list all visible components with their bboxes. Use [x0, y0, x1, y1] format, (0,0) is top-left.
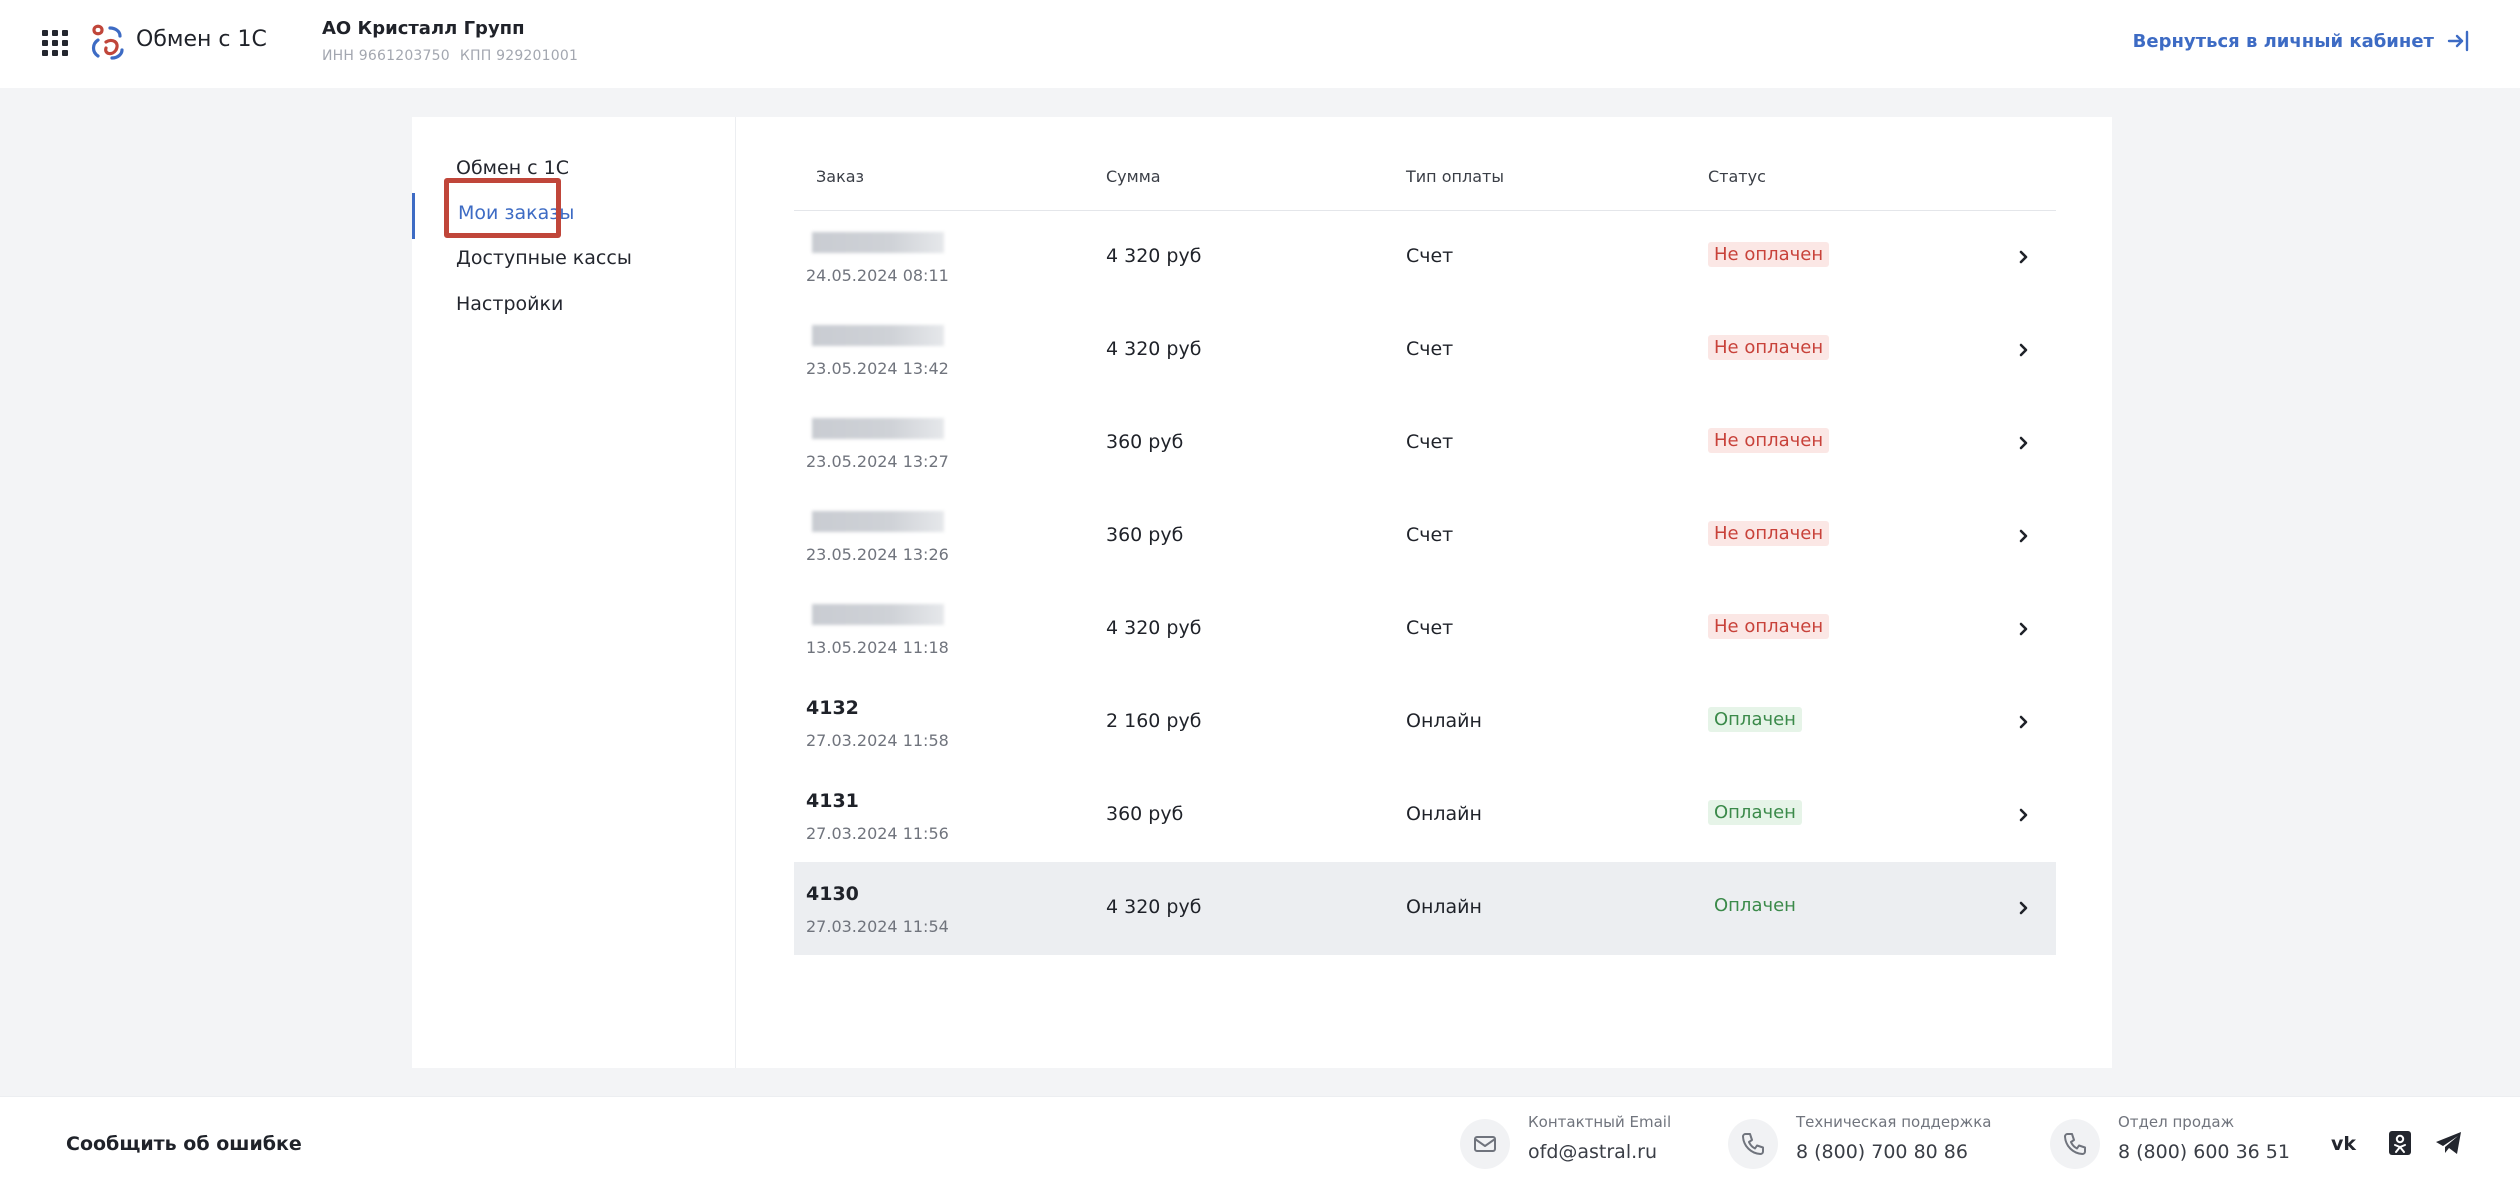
telegram-icon[interactable] — [2434, 1131, 2464, 1155]
chevron-right-icon[interactable] — [2016, 619, 2032, 639]
order-sum: 4 320 руб — [1106, 245, 1202, 267]
contact-sales-value: 8 (800) 600 36 51 — [2118, 1141, 2290, 1163]
order-date: 27.03.2024 11:58 — [806, 731, 949, 750]
order-date: 24.05.2024 08:11 — [806, 266, 949, 285]
order-number: 4132 — [806, 697, 859, 719]
table-row[interactable]: 13.05.2024 11:18 4 320 руб Счет Не оплачен — [794, 583, 2056, 676]
table-row[interactable]: 23.05.2024 13:27 360 руб Счет Не оплачен — [794, 397, 2056, 490]
chevron-right-icon[interactable] — [2016, 433, 2032, 453]
order-number: 4131 — [806, 790, 859, 812]
status-badge: Не оплачен — [1708, 242, 1830, 267]
chevron-right-icon[interactable] — [2016, 340, 2032, 360]
sidebar-nav: Обмен с 1С Мои заказы Доступные кассы На… — [412, 117, 736, 1068]
sidebar-item-available-registers[interactable]: Доступные кассы — [456, 247, 632, 269]
apps-grid-icon[interactable] — [42, 30, 68, 56]
chevron-right-icon[interactable] — [2016, 247, 2032, 267]
order-payment-type: Онлайн — [1406, 710, 1482, 732]
order-sum: 2 160 руб — [1106, 710, 1202, 732]
sidebar-item-settings[interactable]: Настройки — [456, 293, 563, 315]
order-payment-type: Счет — [1406, 617, 1454, 639]
status-badge: Не оплачен — [1708, 614, 1830, 639]
vk-icon[interactable]: vk — [2330, 1131, 2360, 1155]
contact-email-value: ofd@astral.ru — [1528, 1141, 1657, 1163]
order-number: 4130 — [806, 883, 859, 905]
column-header-sum: Сумма — [1106, 167, 1161, 186]
table-row[interactable]: 4131 27.03.2024 11:56 360 руб Онлайн Оплачен — [794, 769, 2056, 862]
sidebar-item-exchange-1c[interactable]: Обмен с 1С — [456, 157, 569, 179]
main-card: Обмен с 1С Мои заказы Доступные кассы На… — [412, 117, 2112, 1068]
order-date: 23.05.2024 13:27 — [806, 452, 949, 471]
column-header-payment-type: Тип оплаты — [1406, 167, 1504, 186]
phone-icon — [1728, 1119, 1778, 1169]
status-badge: Оплачен — [1708, 800, 1802, 825]
nav-active-indicator — [412, 193, 415, 239]
table-row[interactable]: 24.05.2024 08:11 4 320 руб Счет Не оплачен — [794, 211, 2056, 304]
top-header: Обмен с 1С АО Кристалл Групп ИНН 9661203… — [0, 0, 2520, 88]
phone-icon — [2050, 1119, 2100, 1169]
contact-email-label: Контактный Email — [1528, 1113, 1672, 1131]
contact-sales-label: Отдел продаж — [2118, 1113, 2235, 1131]
back-link-label: Вернуться в личный кабинет — [2132, 30, 2434, 52]
order-sum: 360 руб — [1106, 431, 1184, 453]
report-error-link[interactable]: Сообщить об ошибке — [66, 1133, 302, 1155]
company-inn: ИНН 9661203750 — [322, 48, 450, 64]
app-title: Обмен с 1С — [136, 27, 267, 52]
order-number-redacted — [812, 232, 944, 253]
order-payment-type: Онлайн — [1406, 896, 1482, 918]
order-sum: 4 320 руб — [1106, 338, 1202, 360]
order-payment-type: Счет — [1406, 338, 1454, 360]
order-number-redacted — [812, 511, 944, 532]
order-payment-type: Счет — [1406, 245, 1454, 267]
status-badge: Оплачен — [1714, 895, 1796, 916]
order-payment-type: Онлайн — [1406, 803, 1482, 825]
order-payment-type: Счет — [1406, 431, 1454, 453]
mail-icon — [1460, 1119, 1510, 1169]
sidebar-item-my-orders[interactable]: Мои заказы — [458, 202, 574, 224]
order-number-redacted — [812, 604, 944, 625]
column-header-status: Статус — [1708, 167, 1766, 186]
company-ids: ИНН 9661203750 КПП 929201001 — [322, 48, 578, 64]
column-header-order: Заказ — [816, 167, 865, 186]
table-row[interactable]: 23.05.2024 13:42 4 320 руб Счет Не оплачен — [794, 304, 2056, 397]
order-number-redacted — [812, 325, 944, 346]
order-date: 13.05.2024 11:18 — [806, 638, 949, 657]
order-payment-type: Счет — [1406, 524, 1454, 546]
back-to-cabinet-link[interactable]: Вернуться в личный кабинет — [2133, 28, 2472, 54]
status-badge: Не оплачен — [1708, 428, 1830, 453]
chevron-right-icon[interactable] — [2016, 898, 2032, 918]
table-row[interactable]: 4130 27.03.2024 11:54 4 320 руб Онлайн Оплач… — [794, 862, 2056, 955]
chevron-right-icon[interactable] — [2016, 712, 2032, 732]
status-badge: Не оплачен — [1708, 521, 1830, 546]
contact-tech-support-value: 8 (800) 700 80 86 — [1796, 1141, 1968, 1163]
page-footer: Сообщить об ошибке Контактный Email ofd@… — [0, 1096, 2520, 1186]
order-sum: 4 320 руб — [1106, 617, 1202, 639]
order-sum: 360 руб — [1106, 803, 1184, 825]
status-badge: Оплачен — [1708, 707, 1802, 732]
order-sum: 4 320 руб — [1106, 896, 1202, 918]
company-name: АО Кристалл Групп — [322, 18, 525, 39]
order-date: 27.03.2024 11:56 — [806, 824, 949, 843]
odnoklassniki-icon[interactable] — [2384, 1131, 2414, 1155]
order-date: 23.05.2024 13:42 — [806, 359, 949, 378]
chevron-right-icon[interactable] — [2016, 805, 2032, 825]
app-logo-icon — [91, 24, 124, 60]
order-number-redacted — [812, 418, 944, 439]
order-sum: 360 руб — [1106, 524, 1184, 546]
order-date: 23.05.2024 13:26 — [806, 545, 949, 564]
svg-text:vk: vk — [2331, 1133, 2356, 1155]
table-row[interactable]: 4132 27.03.2024 11:58 2 160 руб Онлайн Оплач… — [794, 676, 2056, 769]
chevron-right-icon[interactable] — [2016, 526, 2032, 546]
contact-tech-support-label: Техническая поддержка — [1796, 1113, 1992, 1131]
company-kpp: КПП 929201001 — [459, 48, 579, 64]
status-badge: Не оплачен — [1708, 335, 1830, 360]
order-date: 27.03.2024 11:54 — [806, 917, 949, 936]
sign-in-icon — [2447, 30, 2469, 52]
table-row[interactable]: 23.05.2024 13:26 360 руб Счет Не оплачен — [794, 490, 2056, 583]
